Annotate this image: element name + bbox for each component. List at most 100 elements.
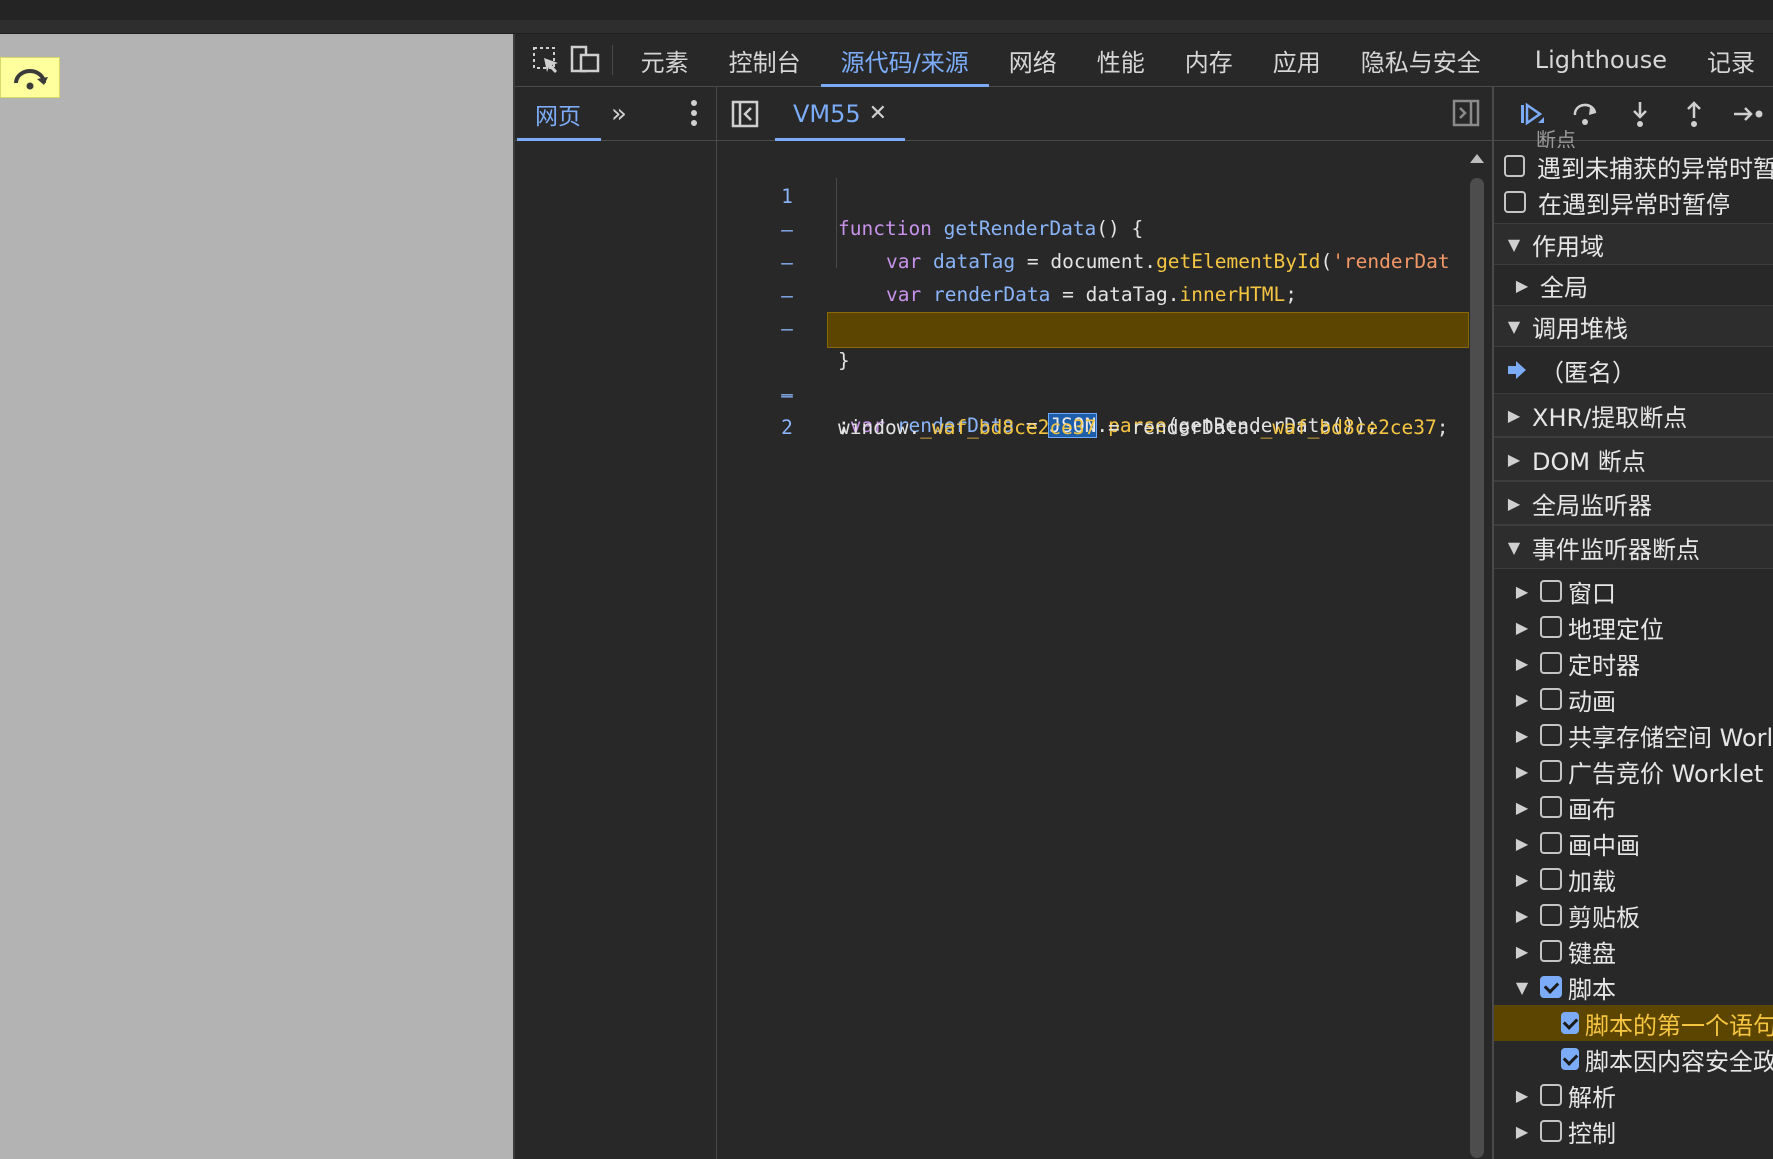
tab-console[interactable]: 控制台 (709, 34, 821, 87)
event-category-row[interactable]: ▶ 动画 (1494, 681, 1773, 717)
section-scope[interactable]: ▼ 作用域 (1494, 223, 1773, 265)
event-checkbox[interactable] (1540, 652, 1562, 674)
toggle-navigator-icon[interactable] (717, 87, 773, 141)
tab-performance[interactable]: 性能 (1077, 34, 1165, 87)
event-checkbox-checked[interactable] (1561, 1012, 1579, 1034)
call-frame-label: （匿名） (1540, 358, 1636, 387)
event-category-row[interactable]: ▶ 画中画 (1494, 825, 1773, 861)
debugger-sidebar: 断点 遇到未捕获的异常时暂 在遇到异常时暂停 ▼ 作用域 ▶ 全局 ▼ 调用堆栈 (1492, 87, 1773, 1159)
call-frame-row[interactable]: （匿名） (1494, 349, 1773, 391)
tab-recorder[interactable]: 记录 (1687, 34, 1773, 87)
pause-caught-row[interactable]: 在遇到异常时暂停 (1494, 184, 1773, 220)
scroll-up-icon[interactable] (1467, 150, 1487, 166)
collapsed-triangle-icon: ▶ (1515, 797, 1529, 817)
pause-uncaught-row[interactable]: 遇到未捕获的异常时暂 (1494, 148, 1773, 184)
code-text: window._waf_bd8ce2ce37 = renderData._waf… (838, 412, 1449, 444)
event-label: 键盘 (1568, 939, 1616, 968)
tab-application[interactable]: 应用 (1253, 34, 1341, 87)
event-checkbox[interactable] (1540, 904, 1562, 926)
event-category-row[interactable]: ▶ 控制 (1494, 1113, 1773, 1149)
tab-lighthouse[interactable]: Lighthouse (1515, 34, 1687, 87)
code-line: – return renderData (717, 248, 1477, 339)
editor-tabs: VM55 ✕ (717, 87, 1492, 141)
event-category-row-expanded[interactable]: ▼ 脚本 (1494, 969, 1773, 1005)
toolbar-separator (611, 45, 613, 75)
event-category-row[interactable]: ▶ 广告竞价 Worklet (1494, 753, 1773, 789)
step-over-icon (14, 68, 48, 89)
code-line: – var renderData = dataTag.innerHTML; (717, 215, 1477, 306)
pause-caught-checkbox[interactable] (1504, 191, 1526, 213)
scrollbar-thumb[interactable] (1470, 178, 1484, 1158)
event-checkbox[interactable] (1540, 940, 1562, 962)
event-checkbox[interactable] (1540, 688, 1562, 710)
section-xhr-breakpoints[interactable]: ▶ XHR/提取断点 (1494, 393, 1773, 437)
paused-code-line: – ;var renderData = JSON.parse(getRender… (717, 312, 1477, 438)
event-label: 剪贴板 (1568, 903, 1640, 932)
current-frame-arrow-icon (1508, 361, 1526, 379)
event-checkbox[interactable] (1540, 868, 1562, 890)
event-category-row[interactable]: ▶ 窗口 (1494, 573, 1773, 609)
navigator-menu-icon[interactable] (690, 99, 698, 133)
event-category-row[interactable]: ▶ 键盘 (1494, 933, 1773, 969)
code-line: 1 function getRenderData() { (717, 149, 1477, 240)
expanded-triangle-icon: ▼ (1507, 537, 1521, 557)
scope-global-row[interactable]: ▶ 全局 (1494, 265, 1773, 305)
event-category-row[interactable]: ▶ 解析 (1494, 1077, 1773, 1113)
event-label: 脚本的第一个语句 (1585, 1011, 1773, 1040)
event-category-row[interactable]: ▶ 定时器 (1494, 645, 1773, 681)
tab-privacy-security[interactable]: 隐私与安全 (1341, 34, 1501, 87)
code-line: – window._waf_bd8ce2ce37 = renderData._w… (717, 348, 1477, 439)
event-checkbox[interactable] (1540, 1084, 1562, 1106)
section-call-stack[interactable]: ▼ 调用堆栈 (1494, 305, 1773, 347)
event-checkbox-checked[interactable] (1540, 976, 1562, 998)
section-global-listeners[interactable]: ▶ 全局监听器 (1494, 481, 1773, 525)
scope-global-label: 全局 (1540, 273, 1588, 302)
code-line: 2 (717, 380, 1477, 439)
event-subitem-row[interactable]: 脚本因内容安全政 (1494, 1041, 1773, 1077)
partial-section-header: 断点 (1536, 128, 1576, 148)
event-checkbox[interactable] (1540, 724, 1562, 746)
section-event-listener-breakpoints[interactable]: ▼ 事件监听器断点 (1494, 525, 1773, 569)
collapsed-triangle-icon: ▶ (1515, 905, 1529, 925)
event-subitem-row-hit[interactable]: 脚本的第一个语句 (1494, 1005, 1773, 1041)
tab-sources[interactable]: 源代码/来源 (820, 34, 989, 87)
event-checkbox-checked[interactable] (1561, 1048, 1579, 1070)
close-icon[interactable]: ✕ (869, 101, 887, 126)
toggle-debugger-icon[interactable] (1452, 99, 1480, 131)
event-label: 脚本 (1568, 975, 1616, 1004)
pause-caught-label: 在遇到异常时暂停 (1538, 190, 1730, 219)
event-category-row[interactable]: ▶ 地理定位 (1494, 609, 1773, 645)
collapsed-triangle-icon: ▶ (1515, 275, 1529, 295)
event-label: 画中画 (1568, 831, 1640, 860)
more-tabs-chevron-icon[interactable]: » (601, 99, 637, 129)
tab-network[interactable]: 网络 (989, 34, 1077, 87)
tab-memory[interactable]: 内存 (1165, 34, 1253, 87)
event-label: 动画 (1568, 687, 1616, 716)
inspect-element-icon[interactable] (527, 34, 565, 87)
event-checkbox[interactable] (1540, 832, 1562, 854)
paused-step-over-badge[interactable] (0, 57, 60, 98)
event-checkbox[interactable] (1540, 1120, 1562, 1142)
line-number[interactable]: 2 (757, 412, 817, 444)
event-category-row[interactable]: ▶ 剪贴板 (1494, 897, 1773, 933)
event-category-row[interactable]: ▶ 画布 (1494, 789, 1773, 825)
section-label: 调用堆栈 (1532, 314, 1628, 343)
code-punct: window. (838, 416, 921, 439)
editor-scrollbar[interactable] (1467, 142, 1487, 1159)
tab-elements[interactable]: 元素 (621, 34, 709, 87)
navigator-tab-page[interactable]: 网页 (515, 87, 601, 141)
pause-uncaught-checkbox[interactable] (1504, 155, 1525, 177)
event-label: 定时器 (1568, 651, 1640, 680)
collapsed-triangle-icon: ▶ (1507, 405, 1521, 425)
file-tab-vm55[interactable]: VM55 ✕ (775, 87, 906, 141)
code-area[interactable]: 1 function getRenderData() { – var dataT… (717, 142, 1492, 1159)
event-checkbox[interactable] (1540, 796, 1562, 818)
event-category-row[interactable]: ▶ 共享存储空间 Worl (1494, 717, 1773, 753)
event-label: 加载 (1568, 867, 1616, 896)
event-category-row[interactable]: ▶ 加载 (1494, 861, 1773, 897)
event-checkbox[interactable] (1540, 580, 1562, 602)
section-dom-breakpoints[interactable]: ▶ DOM 断点 (1494, 437, 1773, 481)
event-checkbox[interactable] (1540, 760, 1562, 782)
device-toolbar-icon[interactable] (565, 34, 603, 87)
event-checkbox[interactable] (1540, 616, 1562, 638)
